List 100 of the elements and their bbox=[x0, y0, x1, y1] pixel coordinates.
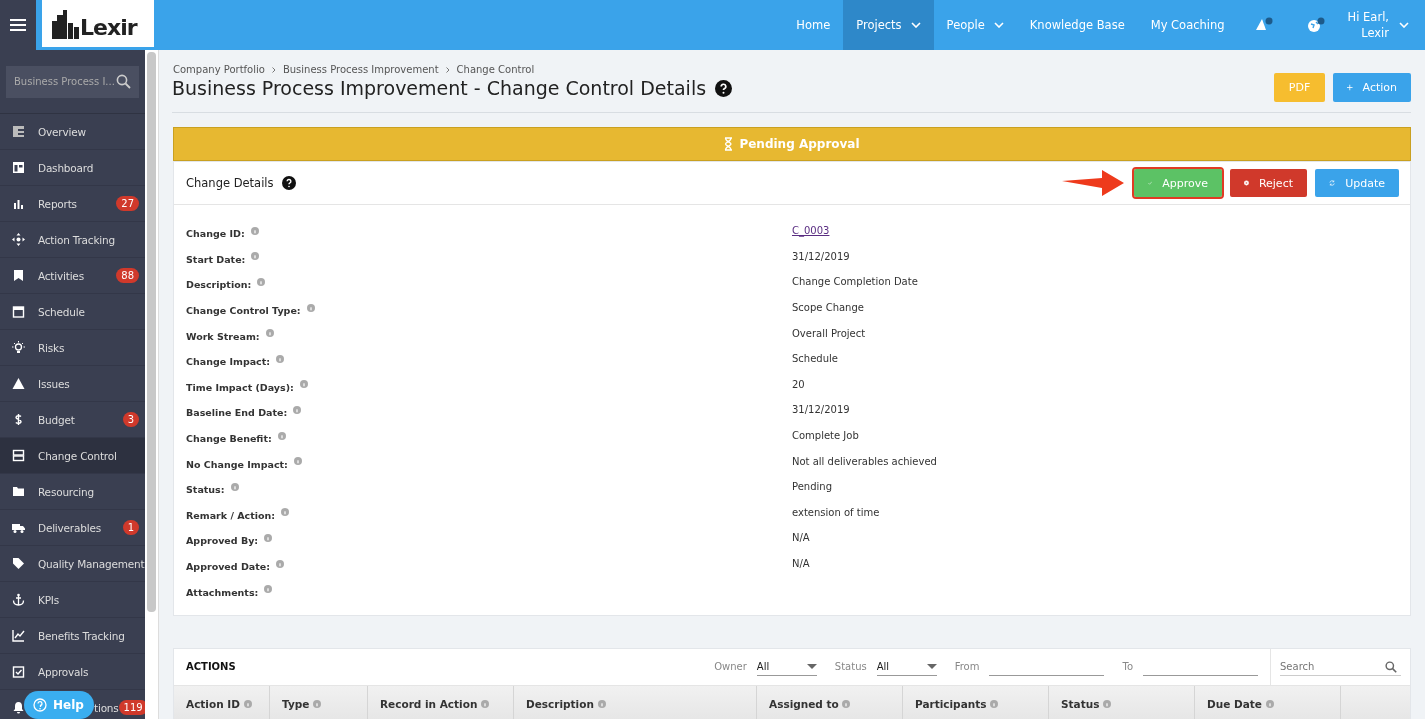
info-icon[interactable] bbox=[276, 354, 285, 363]
field-value: Scope Change bbox=[792, 302, 864, 314]
info-icon[interactable] bbox=[243, 699, 252, 708]
field-label: Attachments: bbox=[186, 586, 259, 598]
sidebar-label: tions bbox=[94, 701, 119, 714]
field-label: Baseline End Date: bbox=[186, 407, 288, 419]
field-link[interactable]: C_0003 bbox=[792, 225, 830, 237]
count-badge: 119 bbox=[118, 700, 145, 715]
info-icon[interactable] bbox=[251, 252, 260, 261]
info-icon[interactable] bbox=[277, 431, 286, 440]
breadcrumb-link[interactable]: Change Control bbox=[456, 64, 535, 75]
field-value: 20 bbox=[792, 378, 805, 390]
calendar-icon bbox=[12, 305, 25, 318]
info-icon[interactable] bbox=[306, 303, 315, 312]
hourglass-icon bbox=[724, 137, 734, 151]
menu-icon[interactable] bbox=[10, 19, 26, 31]
info-icon[interactable] bbox=[264, 585, 273, 594]
tag-icon bbox=[12, 557, 25, 570]
info-icon[interactable] bbox=[313, 699, 322, 708]
sidebar-label: Budget bbox=[38, 413, 75, 426]
nav-link[interactable]: Projects bbox=[843, 0, 934, 50]
count-badge: 27 bbox=[116, 196, 139, 211]
sidebar-label: Benefits Tracking bbox=[38, 629, 125, 642]
info-icon[interactable] bbox=[293, 405, 302, 414]
field-label: Work Stream: bbox=[186, 330, 260, 342]
info-icon[interactable] bbox=[230, 482, 239, 491]
help-icon[interactable] bbox=[715, 79, 733, 97]
sidebar-item[interactable]: Change Control bbox=[0, 438, 145, 474]
count-badge: 1 bbox=[122, 520, 139, 535]
info-icon[interactable] bbox=[281, 508, 290, 517]
help-icon[interactable] bbox=[281, 176, 296, 190]
card-title: ACTIONS bbox=[186, 661, 236, 673]
column-header[interactable]: Assigned to bbox=[757, 685, 903, 719]
page-title: Business Process Improvement - Change Control Details bbox=[172, 77, 707, 99]
search-field[interactable]: Search bbox=[1280, 657, 1401, 676]
field-value: Overall Project bbox=[792, 327, 866, 339]
chevron-right-icon bbox=[271, 66, 276, 73]
sidebar-item[interactable]: Activities 88 bbox=[0, 258, 145, 294]
sidebar-label: Reports bbox=[38, 197, 77, 210]
breadcrumb-link[interactable]: Company Portfolio bbox=[173, 64, 265, 75]
field-value: 31/12/2019 bbox=[792, 404, 850, 416]
info-icon[interactable] bbox=[990, 699, 999, 708]
folder-icon bbox=[12, 485, 25, 498]
sidebar-label: Issues bbox=[38, 377, 70, 390]
info-icon[interactable] bbox=[1265, 699, 1274, 708]
chevron-right-icon bbox=[445, 66, 450, 73]
field-value: Change Completion Date bbox=[792, 276, 918, 288]
chevron-down-icon[interactable] bbox=[1399, 22, 1409, 28]
info-icon[interactable] bbox=[597, 699, 606, 708]
info-icon[interactable] bbox=[264, 533, 273, 542]
pointer-arrow bbox=[1062, 168, 1124, 198]
info-icon[interactable] bbox=[265, 329, 274, 338]
filter-label: Owner bbox=[714, 661, 747, 673]
field-label: Start Date: bbox=[186, 253, 246, 265]
info-icon[interactable] bbox=[250, 226, 259, 235]
search-icon[interactable] bbox=[116, 74, 131, 89]
field-value: Complete Job bbox=[792, 430, 859, 442]
sidebar-label: Activities bbox=[38, 269, 84, 282]
info-icon[interactable] bbox=[257, 278, 266, 286]
sidebar-item[interactable]: Reports 27 bbox=[0, 186, 145, 222]
scrollbar-thumb[interactable] bbox=[147, 52, 156, 612]
chevron-down-icon[interactable] bbox=[993, 22, 1004, 28]
info-icon[interactable] bbox=[293, 457, 302, 466]
info-icon[interactable] bbox=[299, 380, 308, 389]
field-value: extension of time bbox=[792, 506, 880, 518]
info-icon[interactable] bbox=[842, 699, 851, 708]
column-header[interactable]: Action ID bbox=[174, 685, 270, 719]
count-badge: 88 bbox=[116, 268, 139, 283]
globe-icon[interactable] bbox=[1306, 17, 1325, 33]
info-icon[interactable] bbox=[276, 559, 284, 568]
info-icon[interactable] bbox=[481, 699, 490, 708]
chevron-down-icon[interactable] bbox=[910, 22, 921, 28]
project-search-field[interactable]: Business Process I... bbox=[6, 65, 139, 98]
caret-down-icon bbox=[806, 663, 817, 669]
field-label: Status: bbox=[186, 484, 225, 496]
checkmark-icon bbox=[1148, 178, 1153, 188]
field-label: No Change Impact: bbox=[186, 458, 288, 470]
bell-icon bbox=[12, 701, 25, 714]
sidebar-item[interactable]: Deliverables 1 bbox=[0, 510, 145, 546]
dollar-icon bbox=[12, 413, 25, 426]
search-icon[interactable] bbox=[1385, 660, 1397, 673]
reject-button[interactable]: Reject bbox=[1230, 169, 1307, 197]
warning-icon bbox=[12, 377, 25, 390]
warning-icon[interactable] bbox=[1254, 17, 1273, 33]
column-header[interactable]: Record in Action bbox=[368, 685, 514, 719]
field-value: Schedule bbox=[792, 353, 838, 365]
column-header[interactable]: Status bbox=[1049, 685, 1195, 719]
breadcrumb-link[interactable]: Business Process Improvement bbox=[282, 64, 439, 75]
field-label: Approved Date: bbox=[186, 561, 270, 572]
filter-dropdown[interactable]: All bbox=[876, 657, 937, 677]
info-icon[interactable] bbox=[1103, 699, 1112, 708]
logo[interactable]: Lexir bbox=[42, 0, 154, 47]
sidebar-label: Risks bbox=[38, 341, 65, 354]
filter-dropdown[interactable]: All bbox=[756, 657, 817, 677]
bulb-icon bbox=[12, 341, 25, 354]
column-header[interactable]: Description bbox=[514, 685, 757, 719]
column-header[interactable]: Participants bbox=[903, 685, 1049, 719]
column-header[interactable]: Type bbox=[270, 685, 368, 719]
anchor-icon bbox=[12, 593, 25, 606]
column-header[interactable]: Due Date bbox=[1195, 685, 1341, 719]
